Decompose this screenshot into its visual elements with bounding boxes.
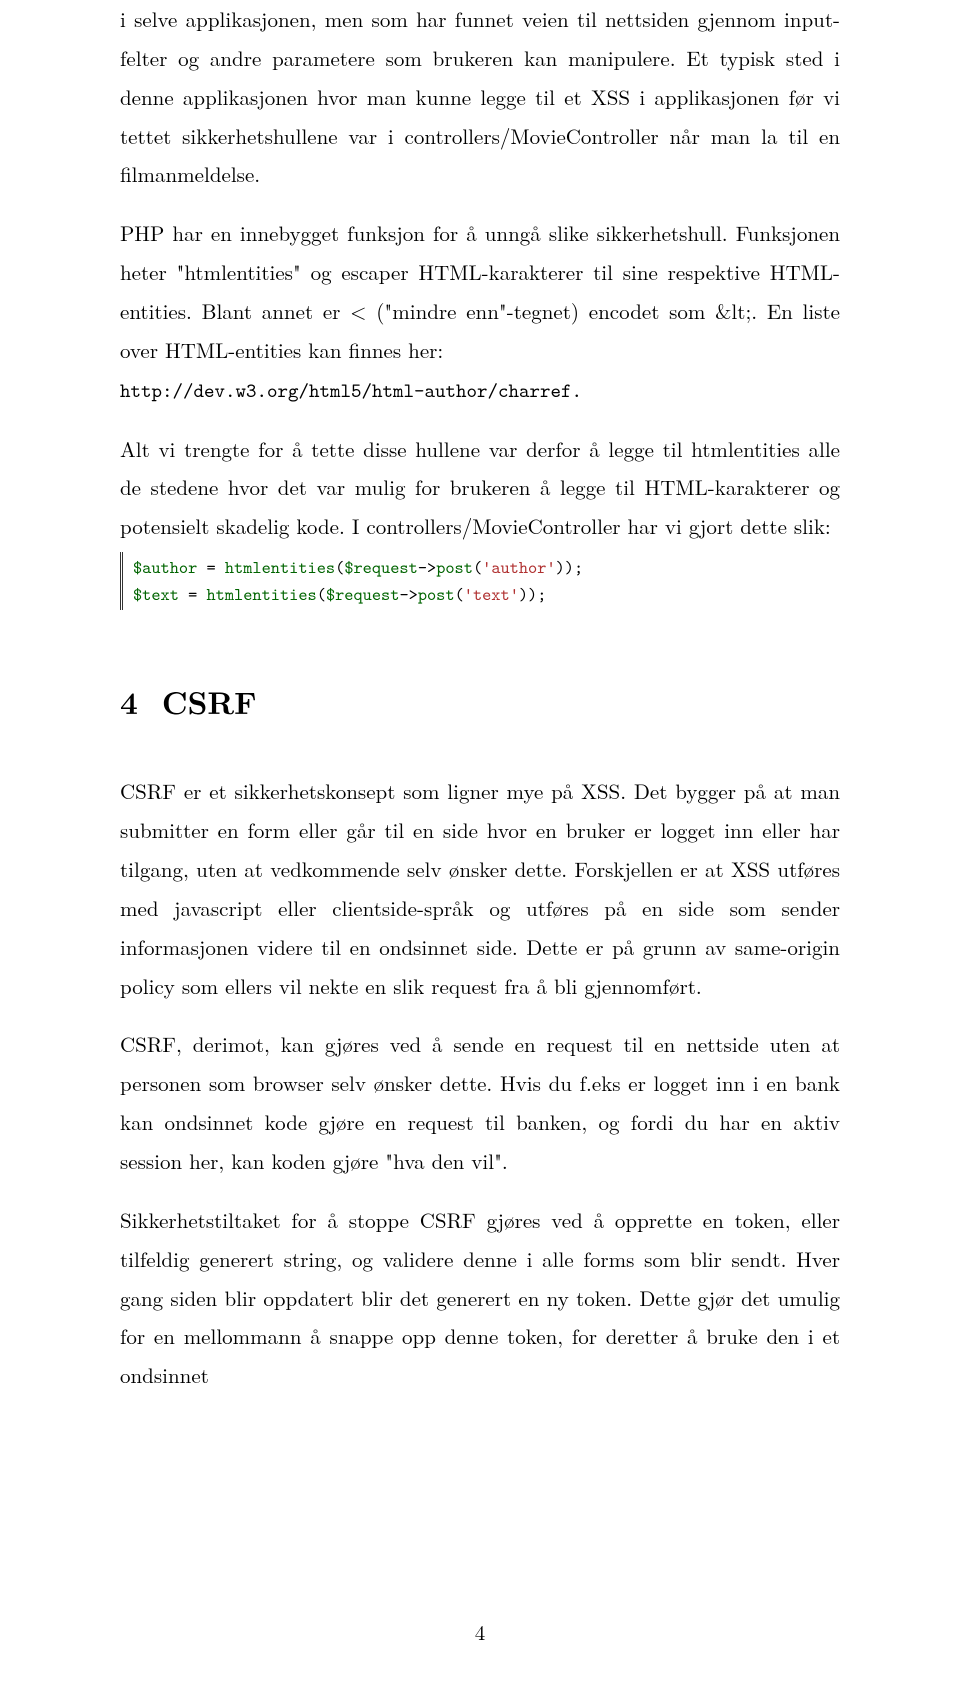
code-block: $author = htmlentities($request->post('a…: [120, 552, 840, 610]
code-token-var: $author: [133, 555, 197, 579]
section-heading: 4 CSRF: [120, 680, 840, 724]
code-token-method: post: [418, 582, 455, 606]
url-text: http://dev.w3.org/html5/html-author/char…: [120, 378, 582, 404]
page-number: 4: [0, 1617, 960, 1647]
code-token-method: post: [436, 555, 473, 579]
paragraph: CSRF er et sikkerhetskonsept som ligner …: [120, 772, 840, 1005]
code-token-fn: htmlentities: [225, 555, 335, 579]
code-token-string: text: [473, 582, 510, 606]
code-token-var: $text: [133, 582, 179, 606]
section-number: 4: [120, 680, 138, 724]
paragraph: i selve applikasjonen, men som har funne…: [120, 0, 840, 194]
code-token-req: $request: [344, 555, 418, 579]
code-token-req: $request: [326, 582, 400, 606]
paragraph: CSRF, derimot, kan gjøres ved å sende en…: [120, 1025, 840, 1180]
code-token-fn: htmlentities: [207, 582, 317, 606]
document-page: i selve applikasjonen, men som har funne…: [0, 0, 960, 1705]
paragraph: Sikkerhetstiltaket for å stoppe CSRF gjø…: [120, 1201, 840, 1395]
paragraph: PHP har en innebygget funksjon for å unn…: [120, 214, 840, 409]
paragraph-text: PHP har en innebygget funksjon for å unn…: [120, 218, 840, 365]
section-title: CSRF: [162, 680, 257, 724]
paragraph: Alt vi trengte for å tette disse hullene…: [120, 430, 840, 547]
code-token-string: author: [491, 555, 546, 579]
